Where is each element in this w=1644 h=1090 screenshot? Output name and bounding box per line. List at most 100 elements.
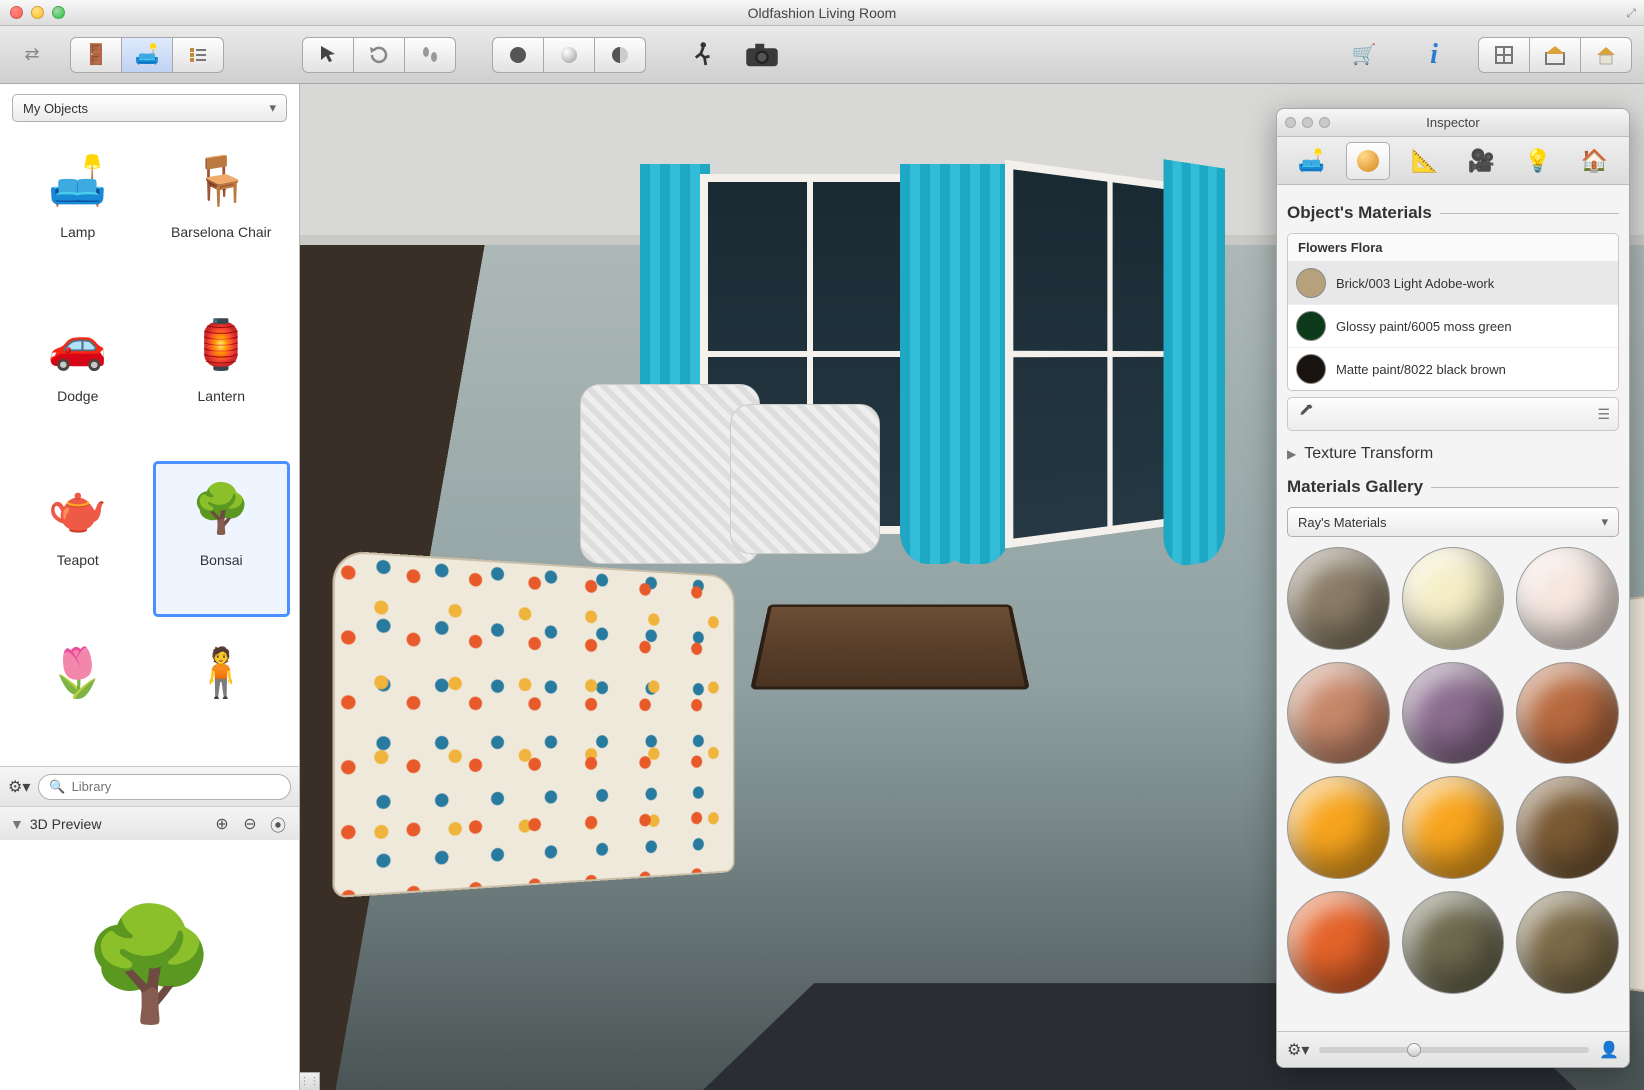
disclosure-triangle-icon[interactable]: ▼ [10,816,24,832]
object-item[interactable]: 🚗 Dodge [10,298,146,452]
import-3d-button[interactable]: 🛒 [1338,37,1390,73]
walking-person-icon [687,40,717,70]
library-settings-button[interactable]: ⚙︎▾ [8,777,30,797]
gallery-material-sphere[interactable] [1516,891,1619,994]
fullscreen-icon[interactable]: ⤢ [1626,6,1636,21]
inspector-title: Inspector [1277,115,1629,130]
object-thumbnail-icon: 🫖 [28,468,128,548]
gallery-material-sphere[interactable] [1402,891,1505,994]
thumbnail-size-slider[interactable] [1319,1047,1589,1053]
library-category-label: My Objects [23,101,88,116]
object-label: Barselona Chair [171,224,271,240]
building-library-button[interactable]: 🚪 [70,37,122,73]
material-row[interactable]: Glossy paint/6005 moss green [1288,305,1618,348]
object-thumbnail-icon: 🪑 [171,140,271,220]
gallery-material-sphere[interactable] [1402,776,1505,879]
gallery-material-sphere[interactable] [1402,662,1505,765]
texture-transform-disclosure[interactable]: ▶ Texture Transform [1287,445,1619,463]
snapshot-button[interactable] [740,37,784,73]
rotate-icon [367,43,391,67]
object-item[interactable]: 🛋️ Lamp [10,134,146,288]
window-titlebar: Oldfashion Living Room ⤢ [0,0,1644,26]
materials-gallery-grid [1287,547,1619,1004]
object-label: Dodge [57,388,98,404]
rotate-tool-button[interactable] [353,37,405,73]
material-row[interactable]: Brick/003 Light Adobe-work [1288,262,1618,305]
tab-materials[interactable] [1346,142,1390,180]
selected-object-name: Flowers Flora [1288,234,1618,262]
record-dark-button[interactable] [492,37,544,73]
gallery-material-sphere[interactable] [1402,547,1505,650]
inspector-body: Object's Materials Flowers Flora Brick/0… [1277,185,1629,1031]
record-split-button[interactable] [594,37,646,73]
window-title: Oldfashion Living Room [0,5,1644,21]
3d-view-button[interactable] [1529,37,1581,73]
eyedropper-button[interactable] [1296,403,1314,426]
tab-object[interactable]: 🛋️ [1289,142,1333,180]
tab-lighting[interactable]: 💡 [1516,142,1560,180]
object-item[interactable]: 🏮 Lantern [154,298,290,452]
gallery-material-sphere[interactable] [1287,547,1390,650]
material-picker-row: ☰ [1287,397,1619,431]
object-thumbnail-icon: 🌷 [28,632,128,712]
inspector-titlebar[interactable]: Inspector [1277,109,1629,137]
material-label: Glossy paint/6005 moss green [1336,319,1610,334]
tab-camera[interactable]: 🎥 [1459,142,1503,180]
gallery-category-dropdown[interactable]: Ray's Materials [1287,507,1619,537]
material-label: Brick/003 Light Adobe-work [1336,276,1610,291]
walkthrough-button[interactable] [682,37,722,73]
zoom-out-button[interactable]: ⊖ [239,813,261,835]
gallery-material-sphere[interactable] [1287,776,1390,879]
gallery-material-sphere[interactable] [1516,776,1619,879]
viewport-splitter-handle[interactable]: ⋮⋮ [300,1072,320,1090]
home-view-button[interactable] [1580,37,1632,73]
tab-building[interactable]: 🏠 [1573,142,1617,180]
chevron-right-icon: ▶ [1287,447,1296,461]
zoom-window-button[interactable] [52,6,65,19]
gallery-material-sphere[interactable] [1287,891,1390,994]
library-mode-group: 🚪 🛋️ [70,37,224,73]
library-search-input[interactable] [72,779,280,794]
2d-view-button[interactable] [1478,37,1530,73]
record-light-button[interactable] [543,37,595,73]
gallery-material-sphere[interactable] [1516,662,1619,765]
eyedropper-icon [1296,403,1314,421]
furniture-library-button[interactable]: 🛋️ [121,37,173,73]
library-search-field[interactable]: 🔍 [38,774,291,800]
zoom-reset-button[interactable]: ⦿ [267,813,289,835]
object-item[interactable]: 🧍 [154,626,290,764]
list-icon [186,43,210,67]
minimize-window-button[interactable] [31,6,44,19]
footprint-tool-button[interactable] [404,37,456,73]
material-menu-button[interactable]: ☰ [1597,406,1610,423]
close-window-button[interactable] [10,6,23,19]
list-library-button[interactable] [172,37,224,73]
gallery-material-sphere[interactable] [1287,662,1390,765]
library-footer-bar: ⚙︎▾ 🔍 [0,766,299,806]
gallery-settings-button[interactable]: ⚙︎▾ [1287,1040,1309,1060]
user-materials-button[interactable]: 👤 [1599,1040,1619,1060]
object-label: Bonsai [200,552,243,568]
materials-gallery-header: Materials Gallery [1287,477,1619,497]
select-tool-button[interactable] [302,37,354,73]
preview-3d-area[interactable]: 🌳 [0,840,299,1090]
object-item[interactable]: 🌳 Bonsai [154,462,290,616]
nav-back-forward[interactable]: ⇄ [12,44,52,65]
object-item[interactable]: 🪑 Barselona Chair [154,134,290,288]
preview-header: ▼ 3D Preview ⊕ ⊖ ⦿ [0,806,299,840]
object-item[interactable]: 🫖 Teapot [10,462,146,616]
inspector-tabs: 🛋️ 📐 🎥 💡 🏠 [1277,137,1629,185]
object-library-sidebar: My Objects 🛋️ Lamp🪑 Barselona Chair🚗 Dod… [0,84,300,1090]
library-category-dropdown[interactable]: My Objects [12,94,287,122]
gallery-material-sphere[interactable] [1516,547,1619,650]
tab-dimensions[interactable]: 📐 [1403,142,1447,180]
info-button[interactable]: i [1408,37,1460,73]
object-grid: 🛋️ Lamp🪑 Barselona Chair🚗 Dodge🏮 Lantern… [0,128,299,766]
main-toolbar: ⇄ 🚪 🛋️ 🛒 i [0,26,1644,84]
object-thumbnail-icon: 🧍 [171,632,271,712]
material-label: Matte paint/8022 black brown [1336,362,1610,377]
zoom-in-button[interactable]: ⊕ [211,813,233,835]
material-row[interactable]: Matte paint/8022 black brown [1288,348,1618,390]
object-item[interactable]: 🌷 [10,626,146,764]
view-group [1478,37,1632,73]
